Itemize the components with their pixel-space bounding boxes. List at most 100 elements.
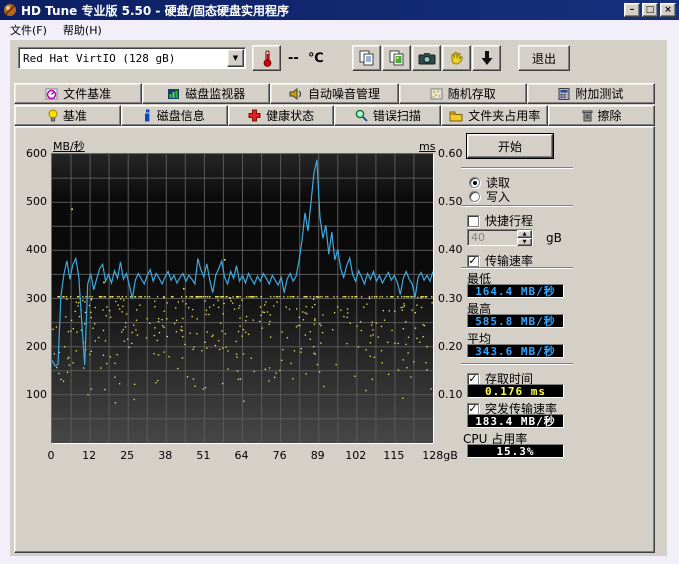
- burst-rate-display: 183.4 MB/秒: [467, 414, 564, 428]
- meter-icon: [45, 88, 58, 100]
- menu-bar: 文件(F) 帮助(H): [2, 20, 677, 40]
- short-stroke-checkbox[interactable]: 快捷行程: [467, 212, 533, 229]
- x-tick: 51: [183, 449, 223, 462]
- copy-image-button[interactable]: [382, 45, 411, 71]
- hand-button[interactable]: [442, 45, 471, 71]
- tab-folder-usage[interactable]: 文件夹占用率: [441, 105, 548, 126]
- x-tick: 89: [298, 449, 338, 462]
- tab-label: 随机存取: [448, 85, 496, 102]
- left-axis-label: MB/秒: [53, 138, 85, 154]
- right-axis-label: ms: [419, 140, 435, 153]
- tab-health[interactable]: 健康状态: [228, 105, 335, 126]
- y-left-tick: 500: [17, 195, 47, 208]
- tab-erase[interactable]: 擦除: [548, 105, 655, 126]
- benchmark-plot-svg: [52, 154, 433, 443]
- chevron-down-icon[interactable]: ▼: [227, 49, 244, 67]
- bulb-icon: [48, 109, 58, 122]
- temperature-unit: ℃: [308, 51, 324, 66]
- tab-disk-info[interactable]: 磁盘信息: [121, 105, 228, 126]
- tab-extra-tests[interactable]: 附加测试: [527, 83, 655, 104]
- x-tick: 12: [69, 449, 109, 462]
- y-right-tick: 0.50: [438, 195, 463, 208]
- capacity-value: 40: [468, 230, 517, 245]
- window-title: HD Tune 专业版 5.50 - 硬盘/固态硬盘实用程序: [21, 2, 289, 19]
- thermometer-icon: [261, 49, 273, 67]
- start-button[interactable]: 开始: [467, 134, 553, 158]
- x-tick: 102: [336, 449, 376, 462]
- client-area: Red Hat VirtIO (128 gB) ▼ -- ℃ 退出 文件基准磁盘…: [10, 40, 667, 556]
- arrow-down-button[interactable]: [472, 45, 501, 71]
- min-value-display: 164.4 MB/秒: [467, 284, 564, 298]
- capacity-spinner[interactable]: 40 ▲ ▼: [467, 229, 533, 246]
- y-right-tick: 0.20: [438, 340, 463, 353]
- radio-selected-icon: [469, 177, 480, 188]
- tab-label: 擦除: [598, 107, 622, 124]
- x-tick: 64: [222, 449, 262, 462]
- info-icon: [144, 109, 152, 122]
- y-left-tick: 300: [17, 292, 47, 305]
- x-tick: 25: [107, 449, 147, 462]
- write-radio[interactable]: 写入: [469, 188, 510, 205]
- tab-label: 健康状态: [266, 107, 314, 124]
- write-radio-label: 写入: [486, 188, 510, 205]
- spin-down-icon[interactable]: ▼: [517, 238, 532, 246]
- tab-label: 基准: [63, 107, 87, 124]
- temperature-value: --: [288, 51, 299, 66]
- folder-icon: [449, 110, 463, 122]
- exit-button[interactable]: 退出: [518, 45, 570, 71]
- separator: [461, 267, 573, 269]
- y-left-tick: 200: [17, 340, 47, 353]
- benchmark-plot: [51, 153, 434, 444]
- y-left-tick: 400: [17, 243, 47, 256]
- radio-unselected-icon: [469, 191, 480, 202]
- y-right-tick: 0.40: [438, 243, 463, 256]
- tab-error-scan[interactable]: 错误扫描: [334, 105, 441, 126]
- tab-label: 文件夹占用率: [468, 107, 540, 124]
- copy-button[interactable]: [352, 45, 381, 71]
- y-right-tick: 0.30: [438, 292, 463, 305]
- speaker-icon: [289, 88, 303, 100]
- maximize-button[interactable]: □: [642, 3, 658, 17]
- avg-value-display: 343.6 MB/秒: [467, 344, 564, 358]
- toolbar-buttons: [352, 45, 501, 71]
- camera-icon: [418, 51, 436, 65]
- access-time-display: 0.176 ms: [467, 384, 564, 398]
- hand-icon: [448, 50, 465, 66]
- tab-aam[interactable]: 自动噪音管理: [270, 83, 398, 104]
- copy-icon: [358, 49, 376, 67]
- close-button[interactable]: ×: [660, 3, 676, 17]
- tab-file-benchmark[interactable]: 文件基准: [14, 83, 142, 104]
- menu-help[interactable]: 帮助(H): [55, 20, 110, 40]
- x-tick: 0: [31, 449, 71, 462]
- capacity-unit: gB: [546, 231, 562, 245]
- minimize-button[interactable]: –: [624, 3, 640, 17]
- magnifier-icon: [355, 109, 368, 122]
- benchmark-page: MB/秒 ms 开始 读取 写入 快捷行程 40 ▲ ▼: [14, 126, 655, 553]
- separator: [461, 205, 573, 207]
- checkbox-checked-icon: ✓: [467, 373, 479, 385]
- tab-benchmark[interactable]: 基准: [14, 105, 121, 126]
- title-bar: HD Tune 专业版 5.50 - 硬盘/固态硬盘实用程序 – □ ×: [0, 0, 679, 20]
- tab-row-2: 基准 磁盘信息 健康状态 错误扫描 文件夹占用率 擦除: [14, 105, 655, 126]
- checkbox-checked-icon: ✓: [467, 255, 479, 267]
- x-tick: 38: [145, 449, 185, 462]
- spin-up-icon[interactable]: ▲: [517, 230, 532, 238]
- tab-random-access[interactable]: 随机存取: [399, 83, 527, 104]
- drive-select-value: Red Hat VirtIO (128 gB): [19, 52, 227, 65]
- tab-label: 磁盘监视器: [185, 85, 245, 102]
- menu-file[interactable]: 文件(F): [2, 20, 55, 40]
- dots-icon: [430, 88, 443, 100]
- arrow-down-icon: [480, 50, 494, 66]
- calculator-icon: [558, 88, 570, 100]
- y-right-tick: 0.10: [438, 388, 463, 401]
- short-stroke-label: 快捷行程: [485, 212, 533, 229]
- tab-label: 自动噪音管理: [308, 85, 380, 102]
- cpu-usage-display: 15.3%: [467, 444, 564, 458]
- y-right-tick: 0.60: [438, 147, 463, 160]
- tab-disk-monitor[interactable]: 磁盘监视器: [142, 83, 270, 104]
- camera-button[interactable]: [412, 45, 441, 71]
- separator: [461, 167, 573, 169]
- drive-select[interactable]: Red Hat VirtIO (128 gB) ▼: [18, 47, 246, 69]
- x-tick: 128gB: [420, 449, 460, 462]
- temperature-button[interactable]: [252, 45, 281, 71]
